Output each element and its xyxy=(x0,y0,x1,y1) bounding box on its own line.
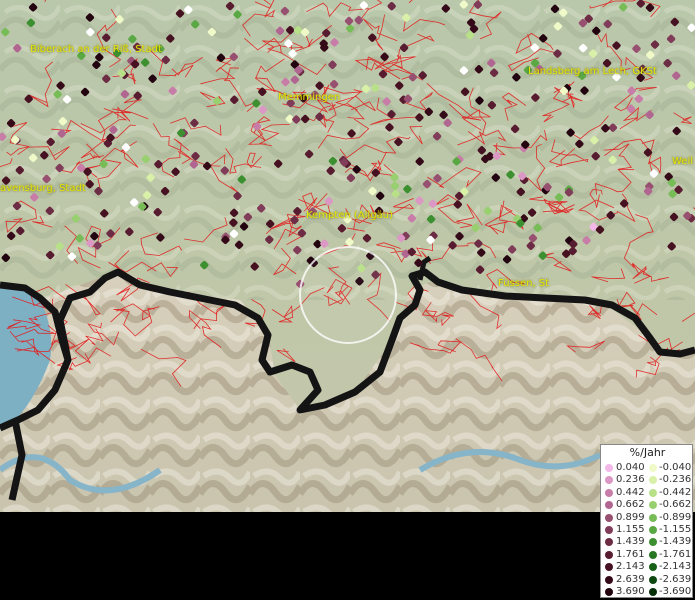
place-label-kempten[interactable]: Kempten (Allgäu) xyxy=(306,210,393,221)
legend-swatch-negative xyxy=(649,588,657,596)
legend-value-negative: -1.761 xyxy=(659,548,692,560)
selection-circle[interactable] xyxy=(299,246,397,344)
legend-value-positive: 0.040 xyxy=(616,462,645,473)
legend-swatch-positive xyxy=(605,550,613,559)
legend-row: 2.143 -2.143 xyxy=(603,561,693,573)
legend-row: 0.040 -0.040 xyxy=(603,462,693,474)
legend-value-negative: -0.442 xyxy=(659,486,692,498)
legend-row: 0.899 -0.899 xyxy=(603,512,693,524)
place-label-landsberg[interactable]: Landsberg am Lech, GKSt xyxy=(528,66,657,77)
legend-title: %/Jahr xyxy=(629,446,666,459)
map-view[interactable]: Biberach an der Riß, Stadt Memmingen Lan… xyxy=(0,0,695,600)
place-label-biberach[interactable]: Biberach an der Riß, Stadt xyxy=(30,44,162,55)
legend-swatch-negative xyxy=(649,476,657,485)
place-label-weilheim[interactable]: Weil xyxy=(672,156,693,167)
legend-value-positive: 0.236 xyxy=(616,474,645,486)
place-label-ravensburg[interactable]: avensburg, Stadt xyxy=(0,183,86,194)
legend-value-negative: -3.690 xyxy=(659,586,692,597)
legend-swatch-positive xyxy=(605,575,613,584)
legend-swatch-negative xyxy=(649,575,657,584)
legend-swatch-positive xyxy=(605,588,613,596)
legend-swatch-positive xyxy=(605,513,613,522)
legend-value-positive: 1.155 xyxy=(616,524,645,535)
legend-value-positive: 1.439 xyxy=(616,536,645,548)
legend-value-positive: 2.143 xyxy=(616,561,645,573)
legend-swatch-positive xyxy=(605,538,613,547)
legend-swatch-positive xyxy=(605,488,613,497)
map-canvas[interactable] xyxy=(0,0,695,600)
legend-value-negative: -1.155 xyxy=(659,524,692,535)
legend-value-negative: -2.143 xyxy=(659,561,692,573)
legend-value-positive: 0.662 xyxy=(616,499,645,511)
legend-swatch-positive xyxy=(605,563,613,572)
legend-swatch-positive xyxy=(605,501,613,510)
legend-swatch-negative xyxy=(649,550,657,559)
legend-swatch-positive xyxy=(605,526,613,534)
legend-row: 0.236 -0.236 xyxy=(603,474,693,486)
legend-value-positive: 2.639 xyxy=(616,573,645,585)
legend-row: 2.639 -2.639 xyxy=(603,574,693,586)
legend-row: 0.442 -0.442 xyxy=(603,487,693,499)
legend-value-negative: -0.236 xyxy=(659,474,692,486)
legend-swatch-negative xyxy=(649,538,657,547)
legend-swatch-positive xyxy=(605,476,613,485)
legend-row: 0.662 -0.662 xyxy=(603,499,693,511)
legend-swatch-negative xyxy=(649,464,657,472)
legend-swatch-negative xyxy=(649,563,657,572)
legend-value-negative: -0.040 xyxy=(659,462,692,473)
legend-row: 1.439 -1.439 xyxy=(603,536,693,548)
legend-row: 3.690 -3.690 xyxy=(603,586,693,598)
legend-swatch-positive xyxy=(605,464,613,472)
legend-value-negative: -2.639 xyxy=(659,573,692,585)
legend: %/Jahr 0.040 -0.040 0.236 -0.236 0.442 -0.442… xyxy=(600,444,693,598)
legend-row: 1.761 -1.761 xyxy=(603,549,693,561)
legend-value-positive: 0.899 xyxy=(616,511,645,523)
place-label-fuessen[interactable]: Füssen, St xyxy=(498,278,549,289)
legend-swatch-negative xyxy=(649,488,657,497)
legend-value-positive: 3.690 xyxy=(616,586,645,597)
legend-value-positive: 1.761 xyxy=(616,548,645,560)
legend-swatch-negative xyxy=(649,501,657,510)
place-label-memmingen[interactable]: Memmingen xyxy=(278,92,340,103)
legend-swatch-negative xyxy=(649,513,657,522)
legend-row: 1.155 -1.155 xyxy=(603,524,693,536)
legend-value-negative: -1.439 xyxy=(659,536,692,548)
legend-value-positive: 0.442 xyxy=(616,486,645,498)
legend-value-negative: -0.662 xyxy=(659,499,692,511)
legend-value-negative: -0.899 xyxy=(659,511,692,523)
bottom-band xyxy=(0,512,695,600)
legend-swatch-negative xyxy=(649,526,657,534)
